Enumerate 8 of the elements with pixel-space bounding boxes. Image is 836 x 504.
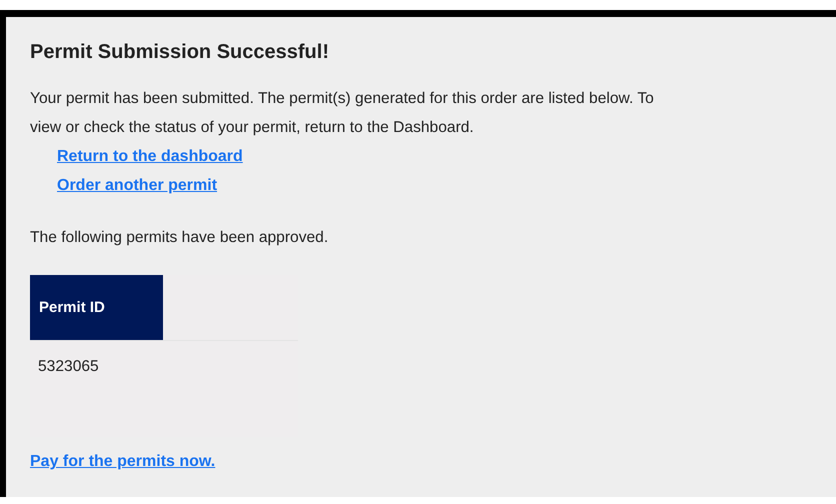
link[interactable]: Return to the dashboard [57, 142, 243, 171]
approved-text: The following permits have been approved. [30, 228, 330, 248]
table-cell-text: 5323065 [37, 357, 100, 376]
column-header: Permit ID [30, 275, 163, 340]
pay-link[interactable]: Pay for the permits now. [30, 453, 216, 471]
link[interactable]: Order another permit [57, 171, 218, 200]
message-text: Your permit has been submitted. The permit(s) generated for this order are listed below. To view or check the status of your permit, return to the Dashboard. [30, 89, 655, 138]
page-title: Permit Submission Successful! [30, 41, 330, 64]
